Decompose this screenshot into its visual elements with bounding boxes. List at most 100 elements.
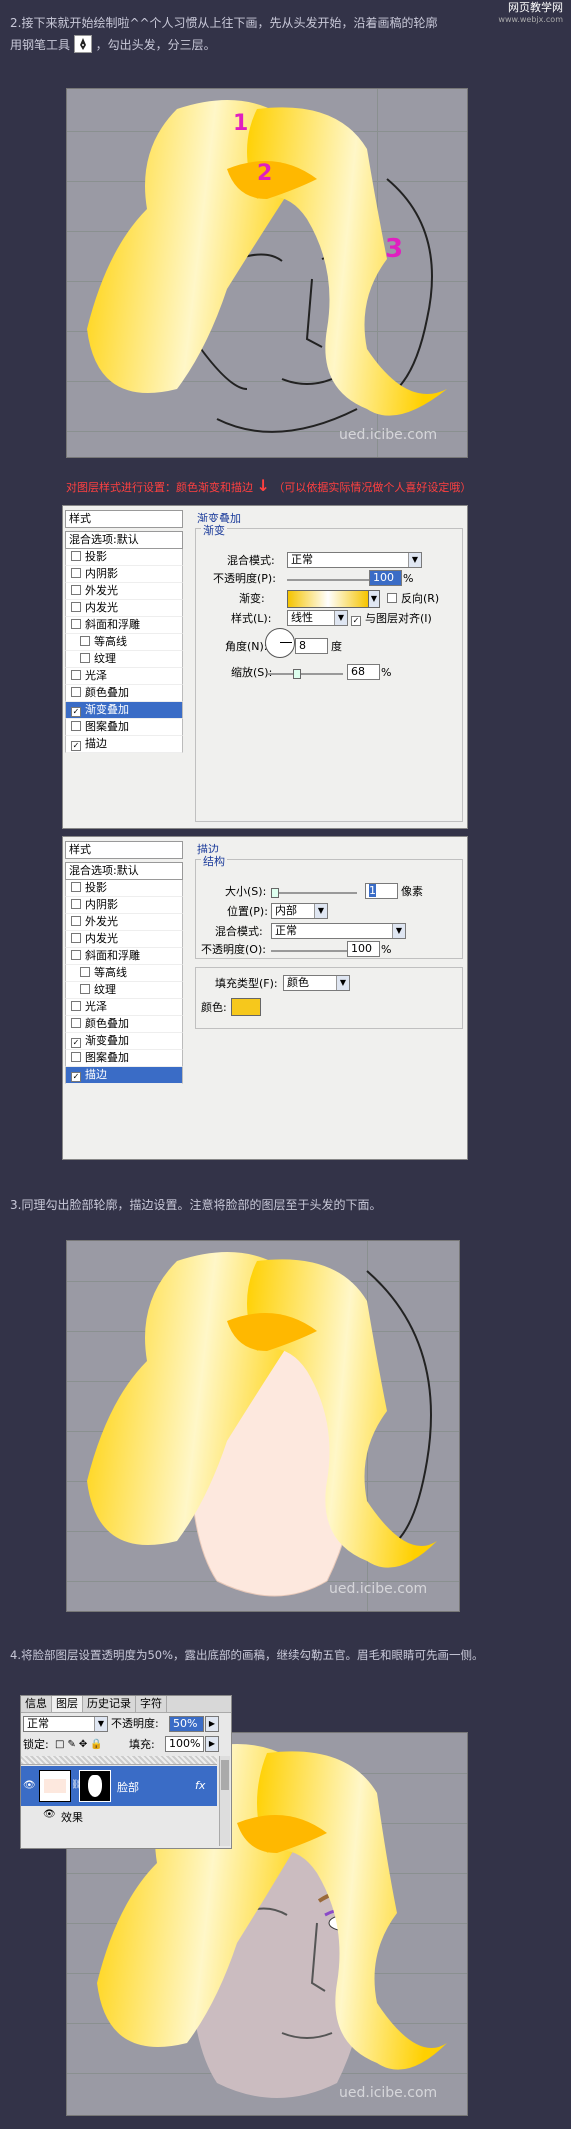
checkbox-checked-icon[interactable]: ✓ bbox=[71, 1072, 81, 1082]
angle-dial[interactable] bbox=[265, 628, 295, 658]
align-layer-checkbox[interactable]: ✓ 与图层对齐(I) bbox=[351, 612, 432, 626]
layer-name[interactable]: 脸部 bbox=[117, 1779, 139, 1795]
chevron-right-icon[interactable]: ▶ bbox=[205, 1716, 219, 1732]
checkbox-icon[interactable] bbox=[71, 1018, 81, 1028]
style-item[interactable]: ✓ 描边 bbox=[65, 1067, 183, 1084]
style-item[interactable]: 投影 bbox=[65, 880, 183, 897]
style-item[interactable]: 外发光 bbox=[65, 583, 183, 600]
layer-opacity-input[interactable]: 50% bbox=[169, 1716, 204, 1732]
style-item[interactable]: 光泽 bbox=[65, 668, 183, 685]
checkbox-icon[interactable] bbox=[71, 721, 81, 731]
blend-mode-select[interactable]: 正常 ▼ bbox=[271, 923, 406, 939]
checkbox-icon[interactable] bbox=[80, 636, 90, 646]
chevron-down-icon: ▼ bbox=[392, 924, 405, 938]
checkbox-icon[interactable] bbox=[80, 984, 90, 994]
style-item[interactable]: 等高线 bbox=[65, 965, 183, 982]
tab-history[interactable]: 历史记录 bbox=[83, 1696, 136, 1712]
style-select[interactable]: 线性 ▼ bbox=[287, 610, 348, 626]
style-items: 投影 内阴影 外发光 内发光 斜面和浮雕 等高线 纹理 光泽 颜色叠加 ✓ 渐变叠加 图案叠加 ✓ 描边 bbox=[65, 549, 183, 753]
checkbox-icon[interactable] bbox=[71, 950, 81, 960]
layer-row-face[interactable]: 👁 ⛓ 脸部 fx bbox=[21, 1766, 217, 1806]
step2-line1: 2.接下来就开始绘制啦^^个人习惯从上往下画，先从头发开始，沿着画稿的轮廓 bbox=[10, 16, 438, 30]
style-item[interactable]: 光泽 bbox=[65, 999, 183, 1016]
checkbox-icon[interactable] bbox=[71, 619, 81, 629]
chevron-right-icon[interactable]: ▶ bbox=[205, 1736, 219, 1752]
size-input[interactable]: 1 bbox=[365, 883, 398, 899]
checkbox-icon[interactable] bbox=[71, 933, 81, 943]
layer-blend-select[interactable]: 正常 ▼ bbox=[23, 1716, 108, 1732]
style-item[interactable]: 内阴影 bbox=[65, 897, 183, 914]
layer-thumbnail bbox=[39, 1770, 71, 1802]
checkbox-icon[interactable] bbox=[80, 967, 90, 977]
checkbox-icon[interactable] bbox=[71, 568, 81, 578]
style-item[interactable]: 斜面和浮雕 bbox=[65, 948, 183, 965]
scale-input[interactable]: 68 bbox=[347, 664, 380, 680]
fill-input[interactable]: 100% bbox=[165, 1736, 204, 1752]
checkbox-icon[interactable] bbox=[71, 585, 81, 595]
checkbox-icon[interactable] bbox=[80, 653, 90, 663]
fill-type-select[interactable]: 颜色 ▼ bbox=[283, 975, 350, 991]
style-item[interactable]: 斜面和浮雕 bbox=[65, 617, 183, 634]
style-item[interactable]: ✓ 渐变叠加 bbox=[65, 702, 183, 719]
style-item[interactable]: ✓ 渐变叠加 bbox=[65, 1033, 183, 1050]
scale-slider[interactable] bbox=[267, 669, 343, 679]
checkbox-icon[interactable] bbox=[71, 551, 81, 561]
blend-mode-value: 正常 bbox=[291, 553, 313, 566]
checkbox-icon[interactable] bbox=[71, 1001, 81, 1011]
layer-opacity-label: 不透明度: bbox=[111, 1717, 159, 1730]
checkbox-icon[interactable] bbox=[71, 602, 81, 612]
effects-row[interactable]: 👁 效果 bbox=[21, 1808, 217, 1824]
style-item[interactable]: 纹理 bbox=[65, 651, 183, 668]
size-slider[interactable] bbox=[271, 888, 357, 898]
styles-header[interactable]: 样式 bbox=[65, 510, 183, 528]
style-item[interactable]: 图案叠加 bbox=[65, 719, 183, 736]
checkbox-icon[interactable] bbox=[71, 916, 81, 926]
opacity-input[interactable]: 100 bbox=[369, 570, 402, 586]
checkbox-icon[interactable] bbox=[71, 1052, 81, 1062]
checkbox-icon[interactable] bbox=[71, 899, 81, 909]
style-item[interactable]: 图案叠加 bbox=[65, 1050, 183, 1067]
style-item[interactable]: 外发光 bbox=[65, 914, 183, 931]
eye-icon[interactable]: 👁 bbox=[23, 1780, 36, 1791]
tab-layers[interactable]: 图层 bbox=[52, 1696, 83, 1712]
checkbox-checked-icon[interactable]: ✓ bbox=[71, 1038, 81, 1048]
blend-mode-value: 正常 bbox=[275, 924, 297, 937]
style-item[interactable]: 颜色叠加 bbox=[65, 685, 183, 702]
styles-header[interactable]: 样式 bbox=[65, 841, 183, 859]
blend-mode-select[interactable]: 正常 ▼ bbox=[287, 552, 422, 568]
tab-character[interactable]: 字符 bbox=[136, 1696, 167, 1712]
group-title: 结构 bbox=[201, 853, 227, 869]
scale-percent: % bbox=[381, 666, 392, 679]
stroke-color-swatch[interactable] bbox=[231, 998, 261, 1016]
reverse-checkbox[interactable]: 反向(R) bbox=[387, 592, 439, 606]
scale-slider-handle[interactable] bbox=[293, 669, 301, 679]
style-item[interactable]: 内发光 bbox=[65, 600, 183, 617]
checkbox-icon[interactable] bbox=[71, 882, 81, 892]
blend-options-default[interactable]: 混合选项:默认 bbox=[65, 862, 183, 880]
style-item[interactable]: 等高线 bbox=[65, 634, 183, 651]
chevron-down-icon[interactable]: ▼ bbox=[368, 590, 380, 608]
blend-options-default[interactable]: 混合选项:默认 bbox=[65, 531, 183, 549]
eye-icon[interactable]: 👁 bbox=[43, 1809, 56, 1820]
style-item[interactable]: ✓ 描边 bbox=[65, 736, 183, 753]
fx-icon[interactable]: fx bbox=[195, 1779, 205, 1792]
gradient-swatch[interactable] bbox=[287, 590, 369, 608]
size-slider-handle[interactable] bbox=[271, 888, 279, 898]
pen-tool-icon bbox=[73, 35, 92, 53]
lock-icons[interactable]: □✎✥🔒 bbox=[55, 1739, 106, 1750]
opacity-input[interactable]: 100 bbox=[347, 941, 380, 957]
style-item[interactable]: 内阴影 bbox=[65, 566, 183, 583]
position-select[interactable]: 内部 ▼ bbox=[271, 903, 328, 919]
style-item[interactable]: 颜色叠加 bbox=[65, 1016, 183, 1033]
checkbox-checked-icon[interactable]: ✓ bbox=[71, 741, 81, 751]
checkbox-icon[interactable] bbox=[71, 670, 81, 680]
angle-input[interactable]: 8 bbox=[295, 638, 328, 654]
size-label: 大小(S): bbox=[225, 885, 267, 898]
tab-info[interactable]: 信息 bbox=[21, 1696, 52, 1712]
style-item[interactable]: 内发光 bbox=[65, 931, 183, 948]
layers-scrollbar[interactable] bbox=[219, 1756, 230, 1846]
checkbox-checked-icon[interactable]: ✓ bbox=[71, 707, 81, 717]
checkbox-icon[interactable] bbox=[71, 687, 81, 697]
style-item[interactable]: 纹理 bbox=[65, 982, 183, 999]
style-item[interactable]: 投影 bbox=[65, 549, 183, 566]
